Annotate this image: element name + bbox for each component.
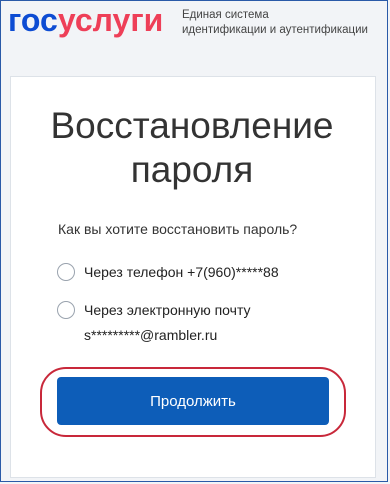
phone-radio[interactable] <box>57 263 75 281</box>
phone-option-label[interactable]: Через телефон +7(960)*****88 <box>84 262 279 283</box>
gosuslugi-logo[interactable]: госуслуги <box>8 4 163 36</box>
logo-part-uslugi: услуги <box>57 2 164 38</box>
recovery-question: Как вы хотите восстановить пароль? <box>58 221 298 237</box>
header: госуслуги Единая система идентификации и… <box>0 0 390 50</box>
page-title: Восстановление пароля <box>0 104 384 192</box>
email-option-label-line2[interactable]: s*********@rambler.ru <box>84 325 217 346</box>
logo-part-gos: гос <box>8 2 58 38</box>
header-subtitle-line1: Единая система <box>182 9 269 21</box>
email-radio[interactable] <box>57 301 75 319</box>
page-title-line2: пароля <box>130 149 254 190</box>
header-subtitle-line2: идентификации и аутентификации <box>182 24 368 36</box>
continue-button[interactable]: Продолжить <box>57 377 329 425</box>
page-title-line1: Восстановление <box>50 105 334 146</box>
email-option-label-line1[interactable]: Через электронную почту <box>84 300 251 321</box>
header-subtitle: Единая система идентификации и аутентифи… <box>182 8 368 38</box>
